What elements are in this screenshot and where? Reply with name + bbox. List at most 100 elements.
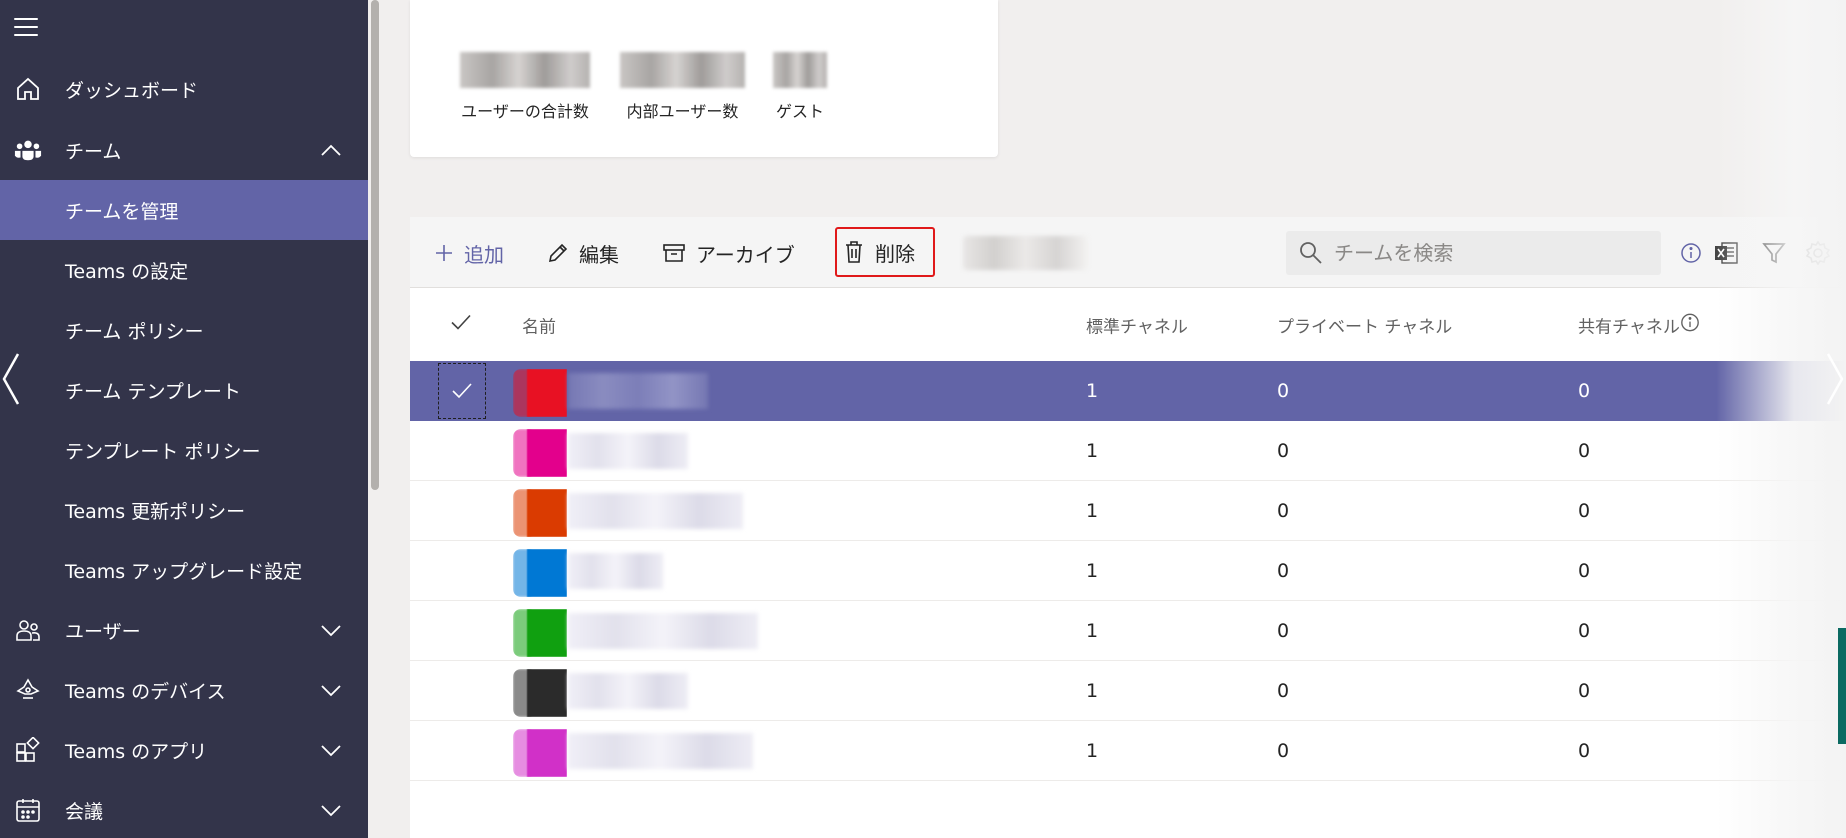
- shared-channels-cell: 0: [1578, 439, 1591, 462]
- sidebar-item-label: ダッシュボード: [65, 79, 199, 102]
- standard-channels-cell: 1: [1086, 380, 1099, 402]
- redacted-team-name: [568, 613, 758, 649]
- stat-label: 内部ユーザー数: [626, 102, 739, 121]
- delete-button-label: 削除: [875, 241, 915, 266]
- plus-icon: [436, 245, 452, 261]
- select-all-checkmark-icon[interactable]: [450, 313, 472, 336]
- search-icon: [1300, 242, 1322, 264]
- sidebar-item-update-policies[interactable]: Teams 更新ポリシー: [0, 480, 368, 540]
- shared-channels-cell: 0: [1578, 499, 1591, 522]
- stat-label: ユーザーの合計数: [461, 102, 589, 121]
- info-icon[interactable]: [1677, 239, 1705, 267]
- team-search-box[interactable]: [1286, 231, 1661, 275]
- sidebar-item-apps[interactable]: Teams のアプリ: [0, 720, 368, 780]
- sidebar-item-label: 会議: [65, 800, 104, 823]
- internal-users-stat: 内部ユーザー数: [620, 52, 745, 122]
- table-row[interactable]: 1 0 0: [410, 661, 1846, 721]
- search-input[interactable]: [1334, 241, 1634, 265]
- shared-channels-cell: 0: [1578, 380, 1591, 402]
- column-header-shared-channels[interactable]: 共有チャネル: [1578, 312, 1680, 337]
- home-icon: [14, 75, 42, 103]
- table-row[interactable]: 1 0 0: [410, 421, 1846, 481]
- team-avatar: [513, 489, 567, 537]
- table-row[interactable]: 1 0 0: [410, 361, 1846, 421]
- redacted-value: [773, 52, 827, 88]
- chevron-right-icon[interactable]: [1822, 350, 1846, 408]
- sidebar-item-users[interactable]: ユーザー: [0, 600, 368, 660]
- table-row[interactable]: 1 0 0: [410, 721, 1846, 781]
- column-header-private-channels[interactable]: プライベート チャネル: [1277, 312, 1452, 337]
- standard-channels-cell: 1: [1086, 559, 1099, 582]
- settings-gear-icon[interactable]: [1804, 239, 1832, 267]
- sidebar-item-label: チーム ポリシー: [65, 320, 204, 343]
- sidebar-item-meetings[interactable]: 会議: [0, 780, 368, 838]
- shared-channels-cell: 0: [1578, 739, 1591, 762]
- total-users-stat: ユーザーの合計数: [460, 52, 590, 122]
- sidebar: ダッシュボード チーム チームを管理 Teams の設定 チーム ポリシー チー…: [0, 0, 368, 838]
- shared-channels-cell: 0: [1578, 679, 1591, 702]
- table-header: 名前 標準チャネル プライベート チャネル 共有チャネル: [410, 288, 1846, 361]
- redacted-team-name: [568, 373, 708, 409]
- devices-icon: [14, 676, 42, 704]
- edit-button[interactable]: 編集: [547, 235, 619, 271]
- shared-channels-info-icon[interactable]: [1680, 312, 1700, 337]
- redacted-team-name: [568, 493, 743, 529]
- toolbar: 追加 編集 アーカイブ 削除: [410, 217, 1846, 288]
- private-channels-cell: 0: [1277, 559, 1290, 582]
- standard-channels-cell: 1: [1086, 499, 1099, 522]
- redacted-value: [460, 52, 590, 88]
- chevron-down-icon: [321, 805, 341, 817]
- sidebar-item-upgrade-settings[interactable]: Teams アップグレード設定: [0, 540, 368, 600]
- add-button-label: 追加: [464, 242, 504, 267]
- team-avatar: [513, 429, 567, 477]
- row-checkbox[interactable]: [438, 363, 486, 419]
- private-channels-cell: 0: [1277, 380, 1290, 402]
- guests-stat: ゲスト: [772, 52, 828, 122]
- sidebar-item-label: Teams のデバイス: [65, 680, 226, 703]
- sidebar-item-label: テンプレート ポリシー: [65, 440, 261, 463]
- redacted-value: [620, 52, 745, 88]
- table-row[interactable]: 1 0 0: [410, 481, 1846, 541]
- standard-channels-cell: 1: [1086, 739, 1099, 762]
- chevron-up-icon: [321, 144, 341, 156]
- sidebar-item-label: Teams アップグレード設定: [65, 560, 303, 583]
- redacted-team-name: [568, 673, 688, 709]
- sidebar-item-manage-teams[interactable]: チームを管理: [0, 180, 368, 240]
- chevron-left-icon[interactable]: [0, 350, 24, 408]
- sidebar-item-label: Teams の設定: [65, 260, 189, 283]
- team-summary-card: ユーザーの合計数 内部ユーザー数 ゲスト: [410, 0, 998, 157]
- sidebar-item-template-policies[interactable]: テンプレート ポリシー: [0, 420, 368, 480]
- sidebar-item-dashboard[interactable]: ダッシュボード: [0, 59, 368, 119]
- add-button[interactable]: 追加: [434, 235, 504, 271]
- delete-button[interactable]: 削除: [835, 227, 935, 277]
- redacted-team-name: [568, 553, 663, 589]
- sidebar-item-label: チームを管理: [65, 200, 179, 223]
- chevron-down-icon: [321, 745, 341, 757]
- stat-label: ゲスト: [775, 102, 824, 121]
- column-header-standard-channels[interactable]: 標準チャネル: [1086, 312, 1188, 337]
- table-row[interactable]: 1 0 0: [410, 541, 1846, 601]
- filter-icon[interactable]: [1760, 239, 1788, 267]
- sidebar-item-team-templates[interactable]: チーム テンプレート: [0, 360, 368, 420]
- table-row[interactable]: 1 0 0: [410, 601, 1846, 661]
- archive-icon: [663, 244, 685, 262]
- archive-button-label: アーカイブ: [696, 242, 795, 267]
- meetings-icon: [14, 796, 42, 824]
- sidebar-scrollbar-thumb[interactable]: [371, 0, 379, 490]
- excel-export-icon[interactable]: [1712, 239, 1740, 267]
- users-icon: [14, 616, 42, 644]
- sidebar-item-team-policies[interactable]: チーム ポリシー: [0, 300, 368, 360]
- hamburger-menu-icon[interactable]: [14, 18, 38, 38]
- private-channels-cell: 0: [1277, 679, 1290, 702]
- checkmark-icon: [452, 383, 472, 399]
- sidebar-item-devices[interactable]: Teams のデバイス: [0, 660, 368, 720]
- archive-button[interactable]: アーカイブ: [662, 235, 795, 271]
- sidebar-item-label: Teams 更新ポリシー: [65, 500, 246, 523]
- private-channels-cell: 0: [1277, 439, 1290, 462]
- teams-list-panel: 追加 編集 アーカイブ 削除 チームを検索 名前 標準チャネル プライベート チ…: [410, 217, 1846, 838]
- team-avatar: [513, 609, 567, 657]
- sidebar-item-teams[interactable]: チーム: [0, 120, 368, 180]
- redacted-toolbar-item: [963, 236, 1088, 270]
- sidebar-item-teams-settings[interactable]: Teams の設定: [0, 240, 368, 300]
- column-header-name[interactable]: 名前: [522, 312, 556, 337]
